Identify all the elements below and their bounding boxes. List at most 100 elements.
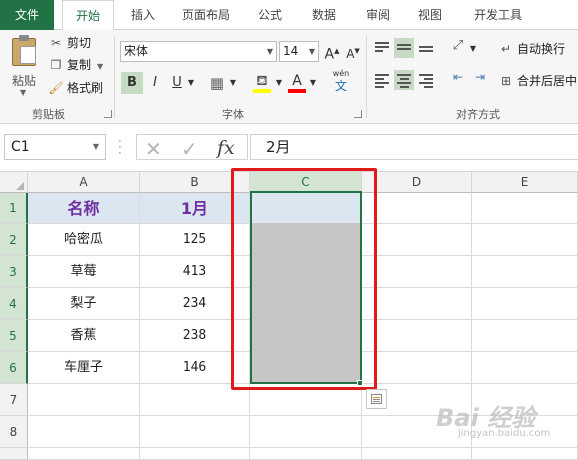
- chevron-down-icon: ▼: [308, 47, 315, 56]
- align-left-button[interactable]: [372, 70, 392, 90]
- enter-icon[interactable]: ✓: [181, 137, 198, 161]
- format-painter-button[interactable]: 🖌 格式刷: [48, 79, 103, 97]
- cell-b9[interactable]: [140, 448, 250, 460]
- cell-d6[interactable]: [362, 352, 472, 384]
- cell-a8[interactable]: [28, 416, 140, 448]
- cell-c9[interactable]: [250, 448, 362, 460]
- cell-a9[interactable]: [28, 448, 140, 460]
- cell-d3[interactable]: [362, 256, 472, 288]
- merge-center-button[interactable]: ⊞ 合并后居中: [498, 72, 577, 90]
- insert-function-icon[interactable]: fx: [217, 137, 235, 159]
- tab-page-layout[interactable]: 页面布局: [176, 0, 236, 30]
- align-top-icon: [375, 42, 389, 54]
- cell-d4[interactable]: [362, 288, 472, 320]
- italic-button[interactable]: I: [146, 72, 164, 94]
- font-name-select[interactable]: 宋体 ▼: [120, 41, 277, 62]
- row-header-6[interactable]: 6: [0, 352, 28, 384]
- cell-d5[interactable]: [362, 320, 472, 352]
- formula-input[interactable]: 2月: [250, 134, 578, 160]
- tab-review[interactable]: 审阅: [360, 0, 396, 30]
- select-all-corner[interactable]: [0, 172, 28, 193]
- cell-e3[interactable]: [472, 256, 578, 288]
- font-color-dropdown-icon[interactable]: ▼: [308, 72, 318, 94]
- cut-button[interactable]: ✂ 剪切: [48, 34, 91, 52]
- cell-b8[interactable]: [140, 416, 250, 448]
- cell-e9[interactable]: [472, 448, 578, 460]
- align-bottom-button[interactable]: [416, 38, 436, 58]
- align-center-button[interactable]: [394, 70, 414, 90]
- paste-button[interactable]: 粘贴 ▼: [6, 34, 42, 100]
- cell-a7[interactable]: [28, 384, 140, 416]
- formula-buttons: ✕ ✓ fx: [136, 134, 248, 161]
- copy-button[interactable]: ❐ 复制 ▼: [48, 56, 104, 74]
- row-header-5[interactable]: 5: [0, 320, 28, 352]
- tab-view[interactable]: 视图: [412, 0, 448, 30]
- align-middle-button[interactable]: [394, 38, 414, 58]
- row-header-9[interactable]: [0, 448, 28, 460]
- cell-a6[interactable]: 车厘子: [28, 352, 140, 384]
- alignment-group-label: 对齐方式: [456, 108, 500, 121]
- watermark-url: jingyan.baidu.com: [458, 428, 551, 439]
- align-right-button[interactable]: [416, 70, 436, 90]
- column-header-e[interactable]: E: [472, 172, 578, 193]
- cut-label: 剪切: [67, 36, 92, 50]
- decrease-indent-button[interactable]: ⇤: [448, 70, 468, 90]
- tab-data[interactable]: 数据: [306, 0, 342, 30]
- cell-e2[interactable]: [472, 224, 578, 256]
- underline-button[interactable]: U: [168, 72, 186, 94]
- borders-dropdown-icon[interactable]: ▼: [228, 72, 238, 94]
- quick-analysis-button[interactable]: [366, 389, 387, 409]
- tab-formulas[interactable]: 公式: [252, 0, 288, 30]
- fill-dropdown-icon[interactable]: ▼: [274, 72, 284, 94]
- row-header-1[interactable]: 1: [0, 193, 28, 224]
- formula-bar-grip-icon[interactable]: · · ·: [118, 135, 122, 159]
- wrap-text-button[interactable]: ↵ 自动换行: [498, 40, 565, 58]
- name-box[interactable]: C1 ▼: [4, 134, 106, 160]
- increase-font-button[interactable]: A▲: [323, 40, 341, 63]
- tab-home[interactable]: 开始: [62, 0, 114, 31]
- cell-e1[interactable]: [472, 193, 578, 224]
- cell-d2[interactable]: [362, 224, 472, 256]
- cell-a1[interactable]: 名称: [28, 193, 140, 224]
- tab-file[interactable]: 文件: [0, 0, 54, 30]
- orientation-button[interactable]: ⤢: [448, 38, 468, 58]
- quick-analysis-icon: [371, 394, 382, 404]
- borders-icon[interactable]: ▦: [206, 72, 228, 94]
- clipboard-launcher-icon[interactable]: [104, 110, 112, 118]
- row-header-8[interactable]: 8: [0, 416, 28, 448]
- row-header-2[interactable]: 2: [0, 224, 28, 256]
- cell-a4[interactable]: 梨子: [28, 288, 140, 320]
- group-divider: [366, 36, 367, 118]
- cell-c8[interactable]: [250, 416, 362, 448]
- wrap-text-icon: ↵: [500, 42, 512, 56]
- bold-button[interactable]: B: [121, 72, 143, 94]
- row-header-3[interactable]: 3: [0, 256, 28, 288]
- align-top-button[interactable]: [372, 38, 392, 58]
- tab-insert[interactable]: 插入: [124, 0, 162, 30]
- phonetic-bottom-label: 文: [334, 79, 347, 93]
- cancel-icon[interactable]: ✕: [145, 137, 162, 161]
- row-header-4[interactable]: 4: [0, 288, 28, 320]
- copy-dropdown-icon[interactable]: ▼: [97, 62, 103, 71]
- increase-indent-button[interactable]: ⇥: [470, 70, 490, 90]
- cell-e5[interactable]: [472, 320, 578, 352]
- chevron-down-icon: ▼: [20, 88, 27, 97]
- font-launcher-icon[interactable]: [354, 110, 362, 118]
- font-size-select[interactable]: 14 ▼: [279, 41, 319, 62]
- decrease-font-button[interactable]: A▼: [344, 40, 362, 62]
- orientation-dropdown-icon[interactable]: ▼: [468, 38, 478, 60]
- underline-dropdown-icon[interactable]: ▼: [186, 72, 196, 94]
- cell-e6[interactable]: [472, 352, 578, 384]
- tab-developer[interactable]: 开发工具: [462, 0, 534, 30]
- phonetic-button[interactable]: wén 文: [328, 68, 354, 98]
- cell-e4[interactable]: [472, 288, 578, 320]
- cell-a2[interactable]: 哈密瓜: [28, 224, 140, 256]
- orientation-icon: ⤢: [452, 38, 464, 53]
- cell-a5[interactable]: 香蕉: [28, 320, 140, 352]
- row-header-7[interactable]: 7: [0, 384, 28, 416]
- cell-d9[interactable]: [362, 448, 472, 460]
- cell-a3[interactable]: 草莓: [28, 256, 140, 288]
- column-header-a[interactable]: A: [28, 172, 140, 193]
- cell-d1[interactable]: [362, 193, 472, 224]
- column-header-d[interactable]: D: [362, 172, 472, 193]
